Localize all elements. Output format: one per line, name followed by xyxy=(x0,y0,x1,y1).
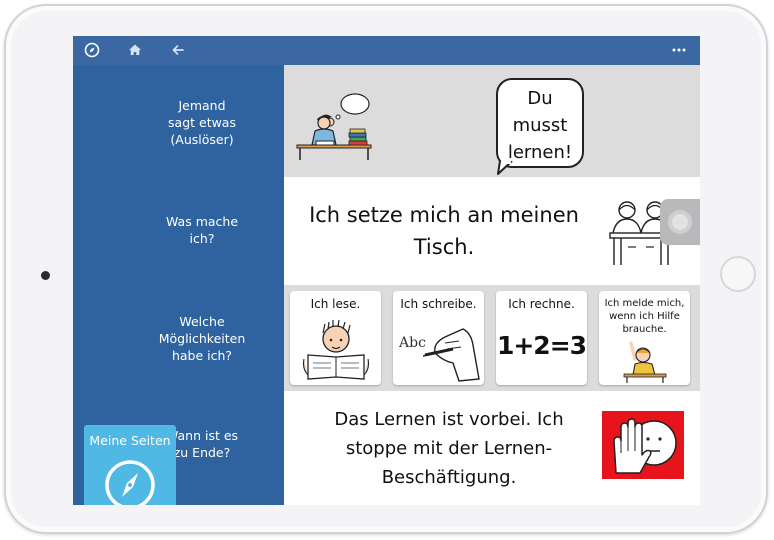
option-label: Ich melde mich, wenn ich Hilfe brauche. xyxy=(604,298,685,335)
scroll-toggle-handle[interactable] xyxy=(660,199,700,245)
speech-line: musst xyxy=(512,115,568,136)
student-thinking-icon xyxy=(296,93,372,160)
writing-sample-text: Abc xyxy=(399,335,426,351)
home-button[interactable] xyxy=(720,256,756,292)
trigger-row[interactable]: Du musst lernen! xyxy=(284,65,700,177)
option-card-write[interactable]: Ich schreibe. Abc xyxy=(393,291,484,385)
stop-hand-icon xyxy=(602,411,684,479)
option-card-calculate[interactable]: Ich rechne. 1+2=3 xyxy=(496,291,587,385)
speech-line: Du xyxy=(527,88,553,109)
writing-hand-icon xyxy=(423,328,480,382)
row-label-action: Was mache ich? xyxy=(165,214,239,246)
row-label-trigger: Jemand sagt etwas (Auslöser) xyxy=(168,98,236,147)
reading-icon xyxy=(302,319,370,380)
meine-seiten-label: Meine Seiten xyxy=(89,433,171,448)
option-card-ask-help[interactable]: Ich melde mich, wenn ich Hilfe brauche. xyxy=(599,291,690,385)
math-equation-text: 1+2=3 xyxy=(496,331,587,360)
action-text: Ich setze mich an meinen Tisch. xyxy=(309,203,579,259)
content-area: Du musst lernen! Ich setze mich an meine… xyxy=(284,65,700,505)
end-text: Das Lernen ist vorbei. Ich stoppe mit de… xyxy=(334,409,564,488)
speech-bubble: Du musst lernen! xyxy=(496,78,584,168)
back-arrow-icon[interactable] xyxy=(170,42,186,58)
option-label: Ich lese. xyxy=(310,297,361,311)
sidebar: Jemand sagt etwas (Auslöser) Was mache i… xyxy=(73,65,284,505)
row-label-options: Welche Möglichkeiten habe ich? xyxy=(158,314,246,363)
home-icon[interactable] xyxy=(127,42,143,58)
action-row[interactable]: Ich setze mich an meinen Tisch. xyxy=(284,177,700,285)
compass-icon[interactable] xyxy=(84,42,100,58)
top-bar xyxy=(73,36,700,65)
speech-tail xyxy=(497,161,513,175)
app-screen: Jemand sagt etwas (Auslöser) Was mache i… xyxy=(73,36,700,505)
more-options-icon[interactable] xyxy=(671,42,687,58)
option-card-read[interactable]: Ich lese. xyxy=(290,291,381,385)
end-row[interactable]: Das Lernen ist vorbei. Ich stoppe mit de… xyxy=(284,391,700,505)
compass-icon xyxy=(105,460,155,505)
raising-hand-icon xyxy=(623,341,667,383)
option-label: Ich schreibe. xyxy=(400,297,477,311)
options-row: Ich lese. Ich schreibe. Abc Ich rechne. … xyxy=(284,285,700,391)
camera xyxy=(41,271,50,280)
option-label: Ich rechne. xyxy=(508,297,575,311)
toggle-knob-icon xyxy=(668,210,692,234)
meine-seiten-button[interactable]: Meine Seiten xyxy=(84,425,176,505)
